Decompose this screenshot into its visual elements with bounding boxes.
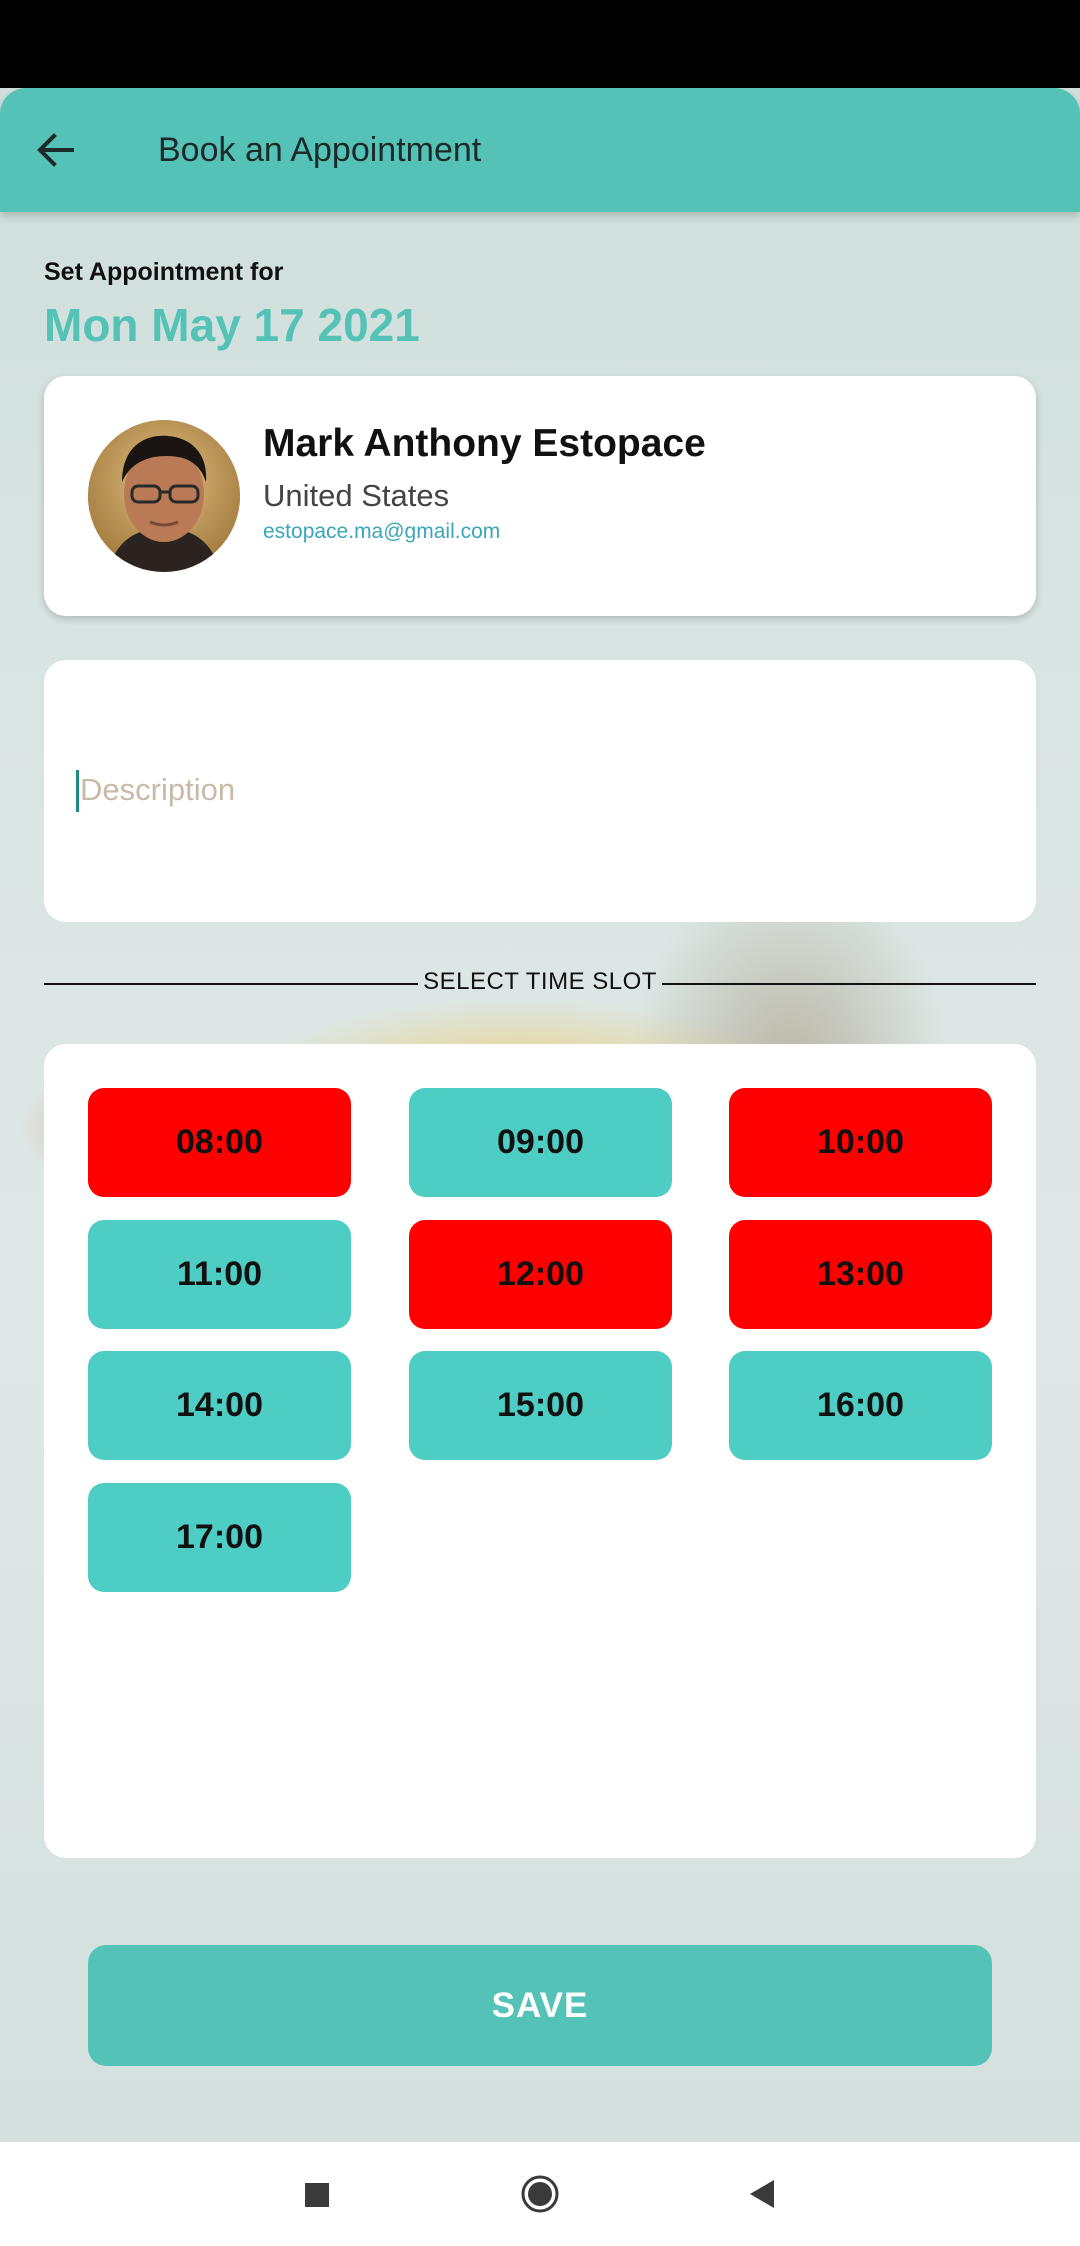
description-input[interactable] [74,760,1000,820]
profile-card: Mark Anthony Estopace United States esto… [44,376,1036,616]
time-slot-divider: SELECT TIME SLOT [44,962,1036,1006]
back-triangle-icon [750,2180,774,2208]
time-slot-1700-button[interactable]: 17:00 [88,1483,351,1592]
profile-name: Mark Anthony Estopace [263,422,706,465]
divider-line-right [662,983,1036,985]
description-card [44,660,1036,922]
back-nav-button[interactable] [704,2142,824,2246]
time-slot-1400-button[interactable]: 14:00 [88,1351,351,1460]
time-slot-1500-button[interactable]: 15:00 [409,1351,672,1460]
home-button[interactable] [480,2142,600,2246]
time-slot-1300-button[interactable]: 13:00 [729,1220,992,1329]
time-slot-0900-button[interactable]: 09:00 [409,1088,672,1197]
arrow-left-icon[interactable] [34,128,78,172]
avatar [88,420,240,572]
system-nav-bar [0,2142,1080,2246]
time-slot-0800-button[interactable]: 08:00 [88,1088,351,1197]
time-slot-1600-button[interactable]: 16:00 [729,1351,992,1460]
home-icon [521,2175,559,2213]
profile-email: estopace.ma@gmail.com [263,520,501,543]
page-title: Book an Appointment [158,131,482,169]
time-slot-1200-button[interactable]: 12:00 [409,1220,672,1329]
time-slots-card: 08:00 09:00 10:00 11:00 12:00 13:00 14:00 15:00… [44,1044,1036,1858]
status-bar [0,0,1080,88]
time-slot-1100-button[interactable]: 11:00 [88,1220,351,1329]
appointment-date: Mon May 17 2021 [44,299,420,351]
screen: Book an Appointment Set Appointment for … [0,0,1080,2246]
recent-apps-button[interactable] [256,2142,376,2246]
recent-apps-icon [305,2183,329,2207]
time-slot-1000-button[interactable]: 10:00 [729,1088,992,1197]
save-button[interactable]: SAVE [88,1945,992,2066]
time-slot-heading: SELECT TIME SLOT [423,968,657,995]
set-appointment-label: Set Appointment for [44,258,284,286]
profile-country: United States [263,478,450,513]
